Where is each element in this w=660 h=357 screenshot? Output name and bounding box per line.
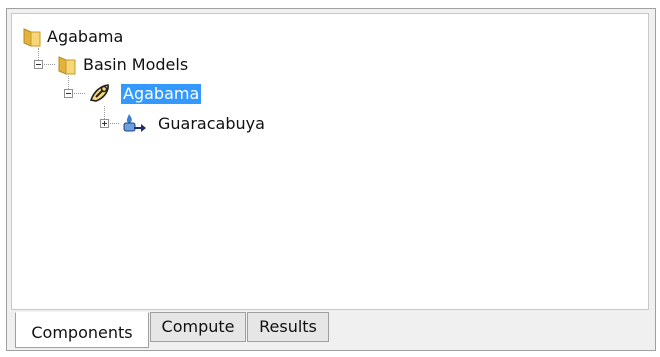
expand-toggle[interactable]: [100, 119, 109, 128]
tab-results[interactable]: Results: [247, 312, 329, 342]
folder-icon: [21, 26, 43, 48]
folder-icon: [56, 54, 78, 76]
subbasin-icon: [122, 112, 146, 134]
watershed-explorer: Agabama Basin Models Agabama Guaracabuya…: [6, 8, 656, 351]
tree-connector: [41, 64, 55, 65]
collapse-toggle[interactable]: [34, 60, 43, 69]
tree-node-project[interactable]: Agabama: [45, 27, 125, 47]
tab-compute[interactable]: Compute: [150, 312, 246, 342]
component-tree[interactable]: Agabama Basin Models Agabama Guaracabuya: [11, 13, 649, 310]
collapse-toggle[interactable]: [64, 89, 73, 98]
explorer-tabs: Components Compute Results: [11, 312, 649, 348]
tree-node-basin-models[interactable]: Basin Models: [81, 55, 190, 75]
tree-node-basin-model[interactable]: Agabama: [121, 84, 202, 104]
tree-connector: [71, 93, 85, 94]
tab-components[interactable]: Components: [15, 312, 149, 348]
tree-node-subbasin[interactable]: Guaracabuya: [156, 114, 267, 134]
wrench-icon: [88, 82, 110, 104]
